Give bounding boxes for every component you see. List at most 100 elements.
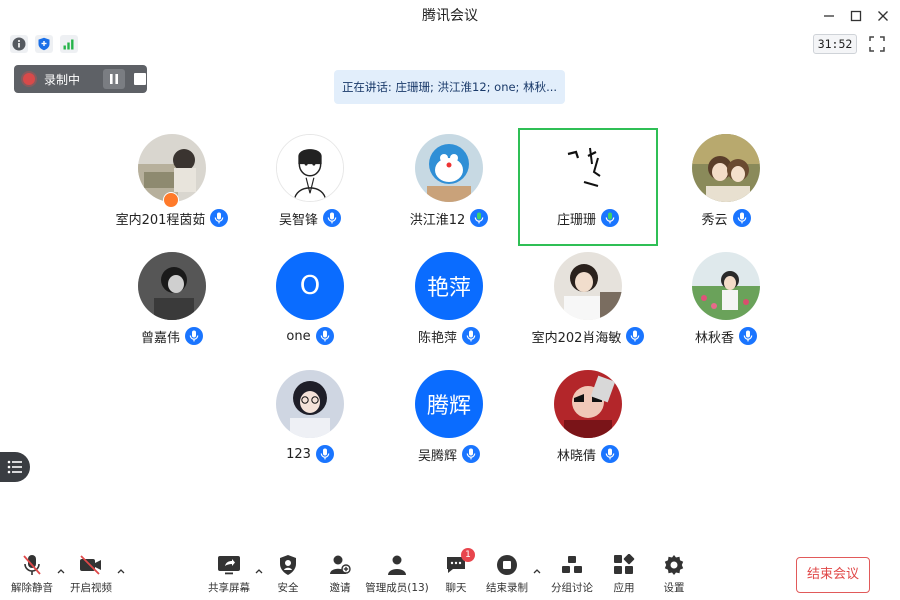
share-screen-label: 共享屏幕	[208, 582, 250, 594]
participant-tile[interactable]: O one	[240, 246, 380, 364]
chevron-up-icon[interactable]	[254, 566, 264, 576]
apps-icon	[614, 554, 635, 574]
list-icon	[7, 460, 22, 474]
microphone-icon	[739, 327, 757, 345]
microphone-muted-icon	[23, 555, 41, 575]
end-recording-button[interactable]: 结束录制	[484, 554, 530, 598]
participant-name: 曾嘉伟	[140, 330, 180, 346]
participant-name-row: 庄珊珊	[518, 208, 658, 228]
recording-status: 录制中	[14, 65, 90, 93]
avatar	[692, 134, 760, 202]
participant-name: 林秋香	[694, 330, 734, 346]
chevron-up-icon[interactable]	[116, 566, 126, 576]
participant-tile[interactable]: 吴智锋	[240, 128, 380, 246]
invite-button[interactable]: 邀请	[324, 554, 356, 598]
participant-name: 林晓倩	[556, 448, 596, 464]
participant-tile[interactable]: 曾嘉伟	[102, 246, 242, 364]
gear-icon	[664, 555, 684, 575]
window-title: 腾讯会议	[422, 8, 478, 24]
unmute-button[interactable]: 解除静音	[10, 554, 54, 598]
participant-tile-active-speaker[interactable]: 庄珊珊	[518, 128, 658, 246]
bottom-toolbar: 解除静音 开启视频 共享屏幕 安全 邀请 管理成员(13) 1 聊天 结束录制 …	[0, 548, 900, 600]
avatar	[554, 252, 622, 320]
fullscreen-button[interactable]	[868, 35, 886, 53]
participant-tile[interactable]: 艳萍 陈艳萍	[379, 246, 519, 364]
avatar	[276, 370, 344, 438]
participant-tile[interactable]: 秀云	[656, 128, 796, 246]
security-button[interactable]: 安全	[272, 554, 304, 598]
minimize-icon	[824, 15, 834, 17]
recording-controls: 录制中	[14, 65, 147, 93]
members-icon	[388, 555, 406, 575]
start-video-label: 开启视频	[70, 582, 112, 594]
title-bar: 腾讯会议	[0, 0, 900, 32]
share-screen-icon	[218, 556, 240, 575]
breakout-icon	[562, 556, 582, 573]
microphone-icon	[626, 327, 645, 345]
participant-name-row: 吴智锋	[240, 208, 380, 228]
participant-name: 陈艳萍	[417, 330, 457, 346]
share-screen-button[interactable]: 共享屏幕	[206, 554, 252, 598]
apps-label: 应用	[613, 582, 635, 594]
chevron-up-icon[interactable]	[56, 566, 66, 576]
microphone-icon	[732, 209, 751, 227]
security-shield-button[interactable]	[35, 35, 53, 53]
participant-name-row: 室内202肖海敏	[518, 326, 658, 346]
recording-label: 录制中	[44, 72, 81, 87]
chevron-up-icon[interactable]	[532, 566, 542, 576]
chat-unread-badge: 1	[461, 548, 475, 562]
breakout-rooms-button[interactable]: 分组讨论	[550, 554, 594, 598]
info-button[interactable]	[10, 35, 28, 53]
participant-name: 室内202肖海敏	[531, 330, 622, 346]
microphone-icon	[315, 445, 334, 463]
manage-members-label: 管理成员(13)	[365, 582, 429, 594]
end-recording-label: 结束录制	[486, 582, 528, 594]
participant-tile[interactable]: 林晓倩	[518, 364, 658, 482]
close-icon	[878, 11, 888, 21]
participant-name: 庄珊珊	[556, 212, 596, 228]
participant-tile[interactable]: 洪江淮12	[379, 128, 519, 246]
microphone-icon	[210, 209, 229, 227]
settings-button[interactable]: 设置	[658, 554, 690, 598]
participant-name: one	[286, 328, 311, 344]
maximize-icon	[850, 10, 862, 22]
maximize-button[interactable]	[846, 6, 866, 26]
minimize-button[interactable]	[819, 6, 839, 26]
network-signal-button[interactable]	[60, 35, 78, 53]
pause-recording-button[interactable]	[103, 69, 125, 89]
shield-icon	[38, 37, 50, 51]
participant-tile[interactable]: 123	[240, 364, 380, 482]
apps-button[interactable]: 应用	[608, 554, 640, 598]
participant-tile[interactable]: 林秋香	[656, 246, 796, 364]
breakout-label: 分组讨论	[551, 582, 593, 594]
participant-tile[interactable]: 腾辉 吴腾辉	[379, 364, 519, 482]
microphone-icon	[315, 327, 334, 345]
chat-button[interactable]: 1 聊天	[440, 548, 475, 598]
microphone-icon	[185, 327, 203, 345]
end-meeting-button[interactable]: 结束会议	[796, 557, 870, 593]
stop-recording-icon[interactable]	[134, 73, 146, 85]
close-button[interactable]	[873, 6, 893, 26]
security-label: 安全	[277, 582, 299, 594]
avatar	[138, 252, 206, 320]
participant-name: 吴智锋	[278, 212, 318, 228]
microphone-active-icon	[470, 209, 489, 227]
avatar-initials: 艳萍	[415, 252, 483, 320]
member-list-toggle[interactable]	[0, 452, 30, 482]
camera-off-icon	[80, 555, 101, 575]
avatar	[415, 134, 483, 202]
avatar-initials: 腾辉	[415, 370, 483, 438]
participant-name-row: 秀云	[656, 208, 796, 228]
start-video-button[interactable]: 开启视频	[68, 554, 114, 598]
participant-name-row: 洪江淮12	[379, 208, 519, 228]
participant-name: 洪江淮12	[409, 212, 466, 228]
participant-name-row: one	[240, 326, 380, 346]
participant-name-row: 曾嘉伟	[102, 326, 242, 346]
stop-record-icon	[497, 555, 517, 575]
avatar	[276, 134, 344, 202]
participant-tile[interactable]: 室内201程茵茹	[102, 128, 242, 246]
signal-icon	[63, 39, 74, 50]
participant-tile[interactable]: 室内202肖海敏	[518, 246, 658, 364]
manage-members-button[interactable]: 管理成员(13)	[365, 554, 429, 598]
pause-icon	[110, 74, 118, 84]
